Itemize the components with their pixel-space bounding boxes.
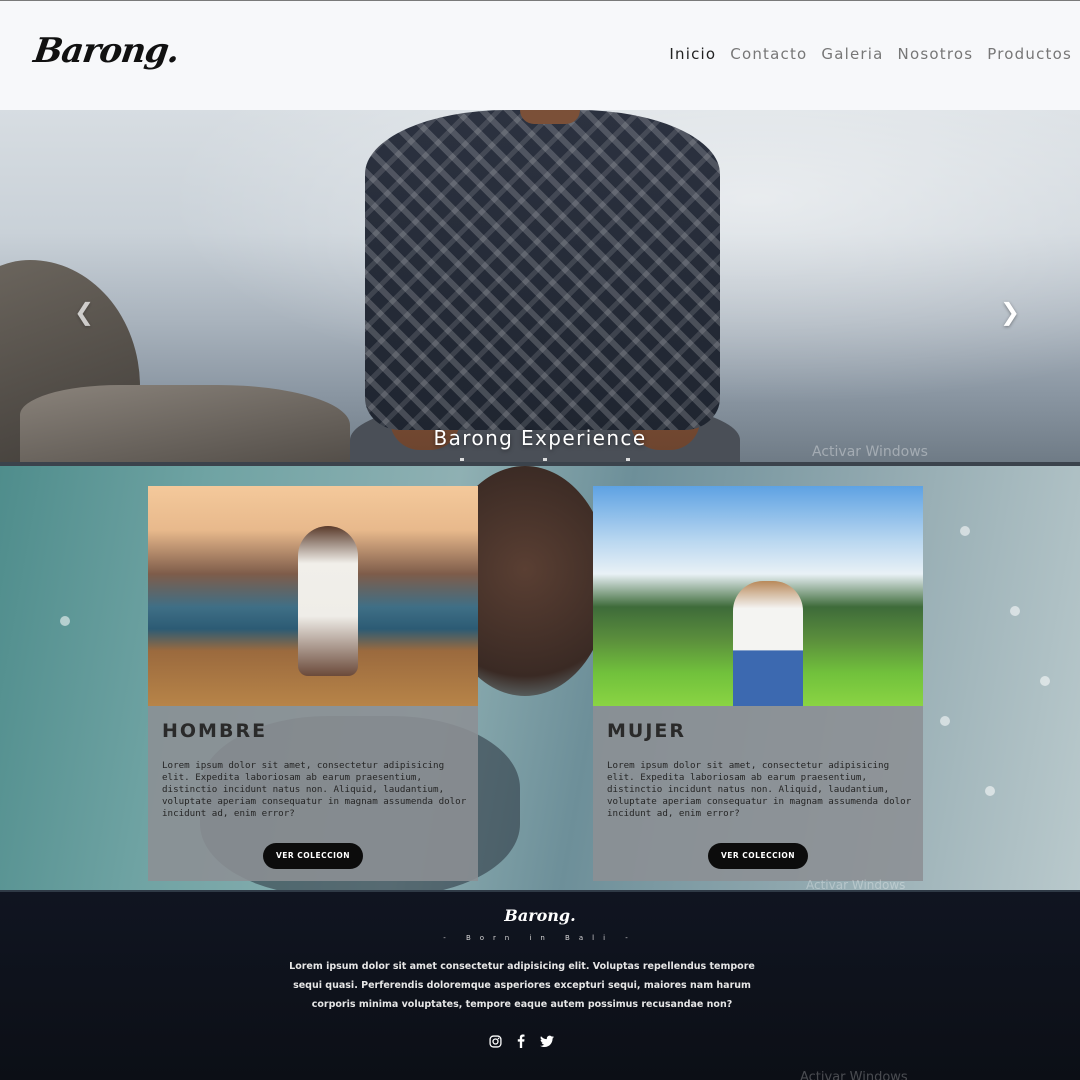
nav-item-nosotros[interactable]: Nosotros <box>898 45 974 63</box>
footer-tagline: - Born in Bali - <box>443 934 637 942</box>
nav-item-productos[interactable]: Productos <box>987 45 1072 63</box>
mujer-model <box>733 581 803 706</box>
footer-logo[interactable]: Barong. <box>0 906 1080 925</box>
background-sparkle <box>60 616 70 626</box>
hero-rock-ledge <box>20 385 350 462</box>
background-sparkle <box>1040 676 1050 686</box>
nav-item-inicio[interactable]: Inicio <box>669 45 716 63</box>
background-sparkle <box>940 716 950 726</box>
footer-description: Lorem ipsum dolor sit amet consectetur a… <box>289 961 755 1010</box>
carousel-prev-icon[interactable]: ❮ <box>74 298 94 326</box>
windows-watermark: Activar Windows <box>800 1070 908 1080</box>
mujer-photo <box>593 486 923 706</box>
social-links <box>488 1034 554 1048</box>
nav-item-contacto[interactable]: Contacto <box>730 45 807 63</box>
brand-logo[interactable]: Barong. <box>31 31 181 71</box>
carousel-next-icon[interactable]: ❯ <box>1000 298 1020 326</box>
hombre-model <box>298 526 358 676</box>
collection-card-hombre: HOMBRE Lorem ipsum dolor sit amet, conse… <box>148 486 478 881</box>
ver-coleccion-hombre-button[interactable]: VER COLECCION <box>263 843 363 869</box>
windows-watermark: Activar Windows <box>812 444 928 460</box>
card-description: Lorem ipsum dolor sit amet, consectetur … <box>607 760 912 819</box>
background-sparkle <box>1010 606 1020 616</box>
hero-model-shirt <box>365 110 720 430</box>
instagram-icon[interactable] <box>488 1034 502 1048</box>
card-title: HOMBRE <box>162 720 268 742</box>
facebook-icon[interactable] <box>514 1034 528 1048</box>
carousel-indicator[interactable] <box>543 458 547 461</box>
nav-item-galeria[interactable]: Galeria <box>821 45 883 63</box>
ver-coleccion-mujer-button[interactable]: VER COLECCION <box>708 843 808 869</box>
card-description: Lorem ipsum dolor sit amet, consectetur … <box>162 760 467 819</box>
carousel-indicator[interactable] <box>460 458 464 461</box>
carousel-indicators <box>460 458 630 461</box>
navbar: Barong. Inicio Contacto Galeria Nosotros… <box>0 0 1080 110</box>
collection-card-mujer: MUJER Lorem ipsum dolor sit amet, consec… <box>593 486 923 881</box>
carousel-indicator[interactable] <box>626 458 630 461</box>
background-sparkle <box>960 526 970 536</box>
twitter-icon[interactable] <box>540 1034 554 1048</box>
hombre-photo <box>148 486 478 706</box>
card-title: MUJER <box>607 720 687 742</box>
background-sparkle <box>985 786 995 796</box>
nav-links: Inicio Contacto Galeria Nosotros Product… <box>669 45 1072 63</box>
footer: Barong. - Born in Bali - Lorem ipsum dol… <box>0 890 1080 1080</box>
hero-carousel: ❮ ❯ Barong Experience Activar Windows <box>0 110 1080 462</box>
hero-model-chin <box>520 110 580 124</box>
collections-section: HOMBRE Lorem ipsum dolor sit amet, conse… <box>0 466 1080 890</box>
windows-watermark: Activar Windows <box>806 878 906 890</box>
